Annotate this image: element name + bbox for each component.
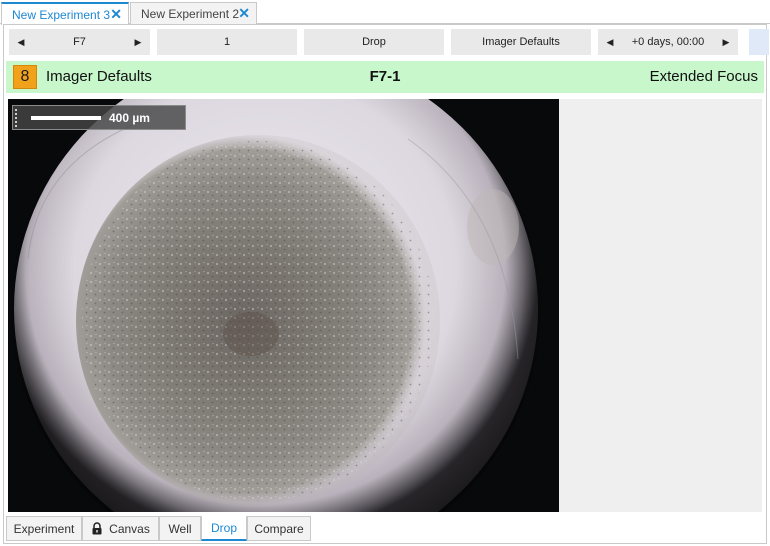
well-value: F7 [73,36,86,48]
imaging-mode-label: Extended Focus [649,68,758,85]
toolbar: ◀ F7 ▶ 1 Drop Imager Defaults ◀ +0 days,… [9,29,769,55]
scale-label: 400 µm [109,111,150,125]
tab-label: Drop [210,520,237,535]
imager-settings-value: Imager Defaults [482,36,560,48]
image-type-selector[interactable]: Drop [304,29,444,55]
drop-selector[interactable]: 1 [157,29,297,55]
well-selector[interactable]: ◀ F7 ▶ [9,29,150,55]
tab-new-experiment-3[interactable]: New Experiment 3 ✕ [1,2,129,25]
tab-label: Experiment [13,521,75,536]
next-well-button[interactable]: ▶ [128,29,148,55]
tab-label: Compare [254,521,304,536]
imager-settings-selector[interactable]: Imager Defaults [451,29,591,55]
tab-canvas[interactable]: Canvas [82,516,159,541]
scale-bar[interactable]: 400 µm [12,105,186,130]
tab-label: New Experiment 3 [12,7,111,22]
main-frame: ◀ F7 ▶ 1 Drop Imager Defaults ◀ +0 days,… [3,24,769,544]
tab-well[interactable]: Well [159,516,201,541]
time-value: +0 days, 00:00 [631,36,705,48]
tab-drop[interactable]: Drop [201,516,247,541]
document-tabstrip: New Experiment 3 ✕ New Experiment 2 ✕ [0,0,770,25]
tab-label: New Experiment 2 [141,6,240,21]
drag-handle-icon[interactable] [15,109,17,127]
image-type-value: Drop [362,36,386,48]
tab-new-experiment-2[interactable]: New Experiment 2 ✕ [130,2,257,24]
close-icon[interactable]: ✕ [110,7,122,21]
tab-label: Well [168,521,192,536]
drop-value: 1 [223,36,231,48]
close-icon[interactable]: ✕ [238,6,250,20]
drop-micrograph [8,99,559,512]
toolbar-overflow-button[interactable] [749,29,769,55]
tab-experiment[interactable]: Experiment [6,516,82,541]
prev-well-button[interactable]: ◀ [11,29,31,55]
next-time-button[interactable]: ▶ [716,29,736,55]
view-tabs: Experiment Canvas Well Drop Compare [6,516,764,541]
side-panel [559,99,762,512]
lock-icon [92,522,102,535]
drop-image-viewer[interactable]: 400 µm [8,99,559,512]
prev-time-button[interactable]: ◀ [600,29,620,55]
tab-label: Canvas [109,521,150,536]
time-selector[interactable]: ◀ +0 days, 00:00 ▶ [598,29,738,55]
scale-line [31,116,101,120]
image-info-header: 8 Imager Defaults F7-1 Extended Focus [6,61,764,93]
tab-compare[interactable]: Compare [247,516,311,541]
